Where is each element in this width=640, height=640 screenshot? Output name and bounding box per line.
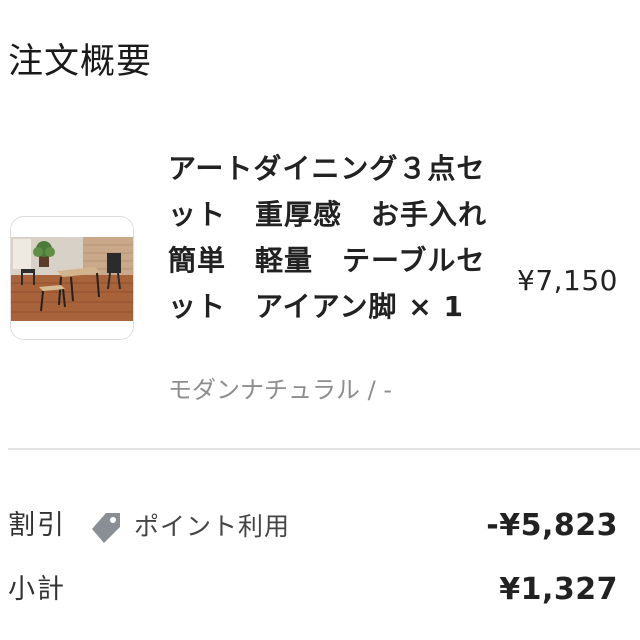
discount-row: 割引 ポイント利用 -¥5,823 (0, 502, 640, 552)
product-price: ¥7,150 (517, 264, 618, 297)
subtotal-row: 小計 ¥1,327 (0, 566, 640, 616)
subtotal-value: ¥1,327 (499, 572, 618, 607)
product-image (11, 217, 133, 339)
order-summary-title: 注文概要 (8, 42, 153, 82)
divider (8, 448, 640, 450)
order-item: アートダイニング３点セット 重厚感 お手入れ簡単 軽量 テーブルセット アイアン… (0, 140, 640, 420)
subtotal-label: 小計 (8, 574, 66, 605)
discount-value: -¥5,823 (486, 508, 618, 543)
product-thumbnail[interactable] (10, 216, 134, 340)
order-summary-page: 注文概要 アートダイニング３点セット 重厚感 お手入れ簡単 軽量 テーブルセット… (0, 0, 640, 640)
product-variant: モダンナチュラル / - (168, 376, 393, 404)
point-usage-label: ポイント利用 (134, 512, 291, 541)
tag-icon (92, 513, 120, 543)
discount-label: 割引 (8, 510, 66, 541)
product-name[interactable]: アートダイニング３点セット 重厚感 お手入れ簡単 軽量 テーブルセット アイアン… (168, 146, 488, 330)
point-usage: ポイント利用 (88, 508, 290, 546)
